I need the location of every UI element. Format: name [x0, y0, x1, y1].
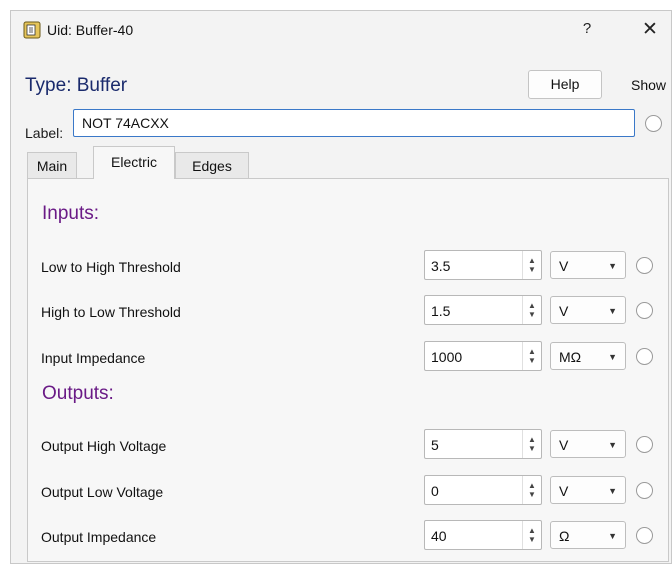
title-bar: Uid: Buffer-40 ? ✕ [11, 11, 671, 49]
stepper-arrows[interactable]: ▲▼ [522, 430, 541, 458]
chip-icon [23, 21, 41, 39]
output-high-voltage-stepper[interactable]: 5 ▲▼ [424, 429, 542, 459]
output-impedance-stepper[interactable]: 40 ▲▼ [424, 520, 542, 550]
stepper-arrows[interactable]: ▲▼ [522, 296, 541, 324]
chevron-down-icon[interactable]: ▼ [528, 490, 536, 499]
caret-down-icon: ▼ [608, 531, 617, 541]
high-to-low-threshold-label: High to Low Threshold [41, 304, 181, 320]
close-icon[interactable]: ✕ [639, 19, 661, 41]
properties-dialog: Uid: Buffer-40 ? ✕ Type: Buffer Help Sho… [10, 10, 672, 564]
output-impedance-unit-select[interactable]: Ω ▼ [550, 521, 626, 549]
output-low-voltage-radio[interactable] [636, 482, 653, 499]
label-input[interactable]: NOT 74ACXX [73, 109, 635, 137]
tab-electric[interactable]: Electric [93, 146, 175, 179]
unit-value: MΩ [559, 349, 581, 365]
chevron-up-icon[interactable]: ▲ [528, 301, 536, 310]
chevron-up-icon[interactable]: ▲ [528, 526, 536, 535]
low-to-high-threshold-radio[interactable] [636, 257, 653, 274]
type-title: Type: Buffer [25, 75, 127, 97]
input-impedance-unit-select[interactable]: MΩ ▼ [550, 342, 626, 370]
stepper-value: 40 [431, 528, 447, 544]
output-high-voltage-unit-select[interactable]: V ▼ [550, 430, 626, 458]
high-to-low-threshold-stepper[interactable]: 1.5 ▲▼ [424, 295, 542, 325]
stepper-value: 1.5 [431, 303, 450, 319]
low-to-high-threshold-label: Low to High Threshold [41, 259, 181, 275]
help-button[interactable]: Help [528, 70, 602, 99]
unit-value: V [559, 437, 568, 453]
chevron-down-icon[interactable]: ▼ [528, 535, 536, 544]
low-to-high-threshold-unit-select[interactable]: V ▼ [550, 251, 626, 279]
high-to-low-threshold-unit-select[interactable]: V ▼ [550, 296, 626, 324]
label-caption: Label: [25, 125, 63, 141]
unit-value: V [559, 303, 568, 319]
inputs-heading: Inputs: [42, 203, 99, 225]
chevron-down-icon[interactable]: ▼ [528, 310, 536, 319]
stepper-arrows[interactable]: ▲▼ [522, 476, 541, 504]
unit-value: V [559, 258, 568, 274]
stepper-value: 5 [431, 437, 439, 453]
tab-main[interactable]: Main [27, 152, 77, 179]
output-high-voltage-label: Output High Voltage [41, 438, 166, 454]
stepper-arrows[interactable]: ▲▼ [522, 251, 541, 279]
low-to-high-threshold-stepper[interactable]: 3.5 ▲▼ [424, 250, 542, 280]
stepper-arrows[interactable]: ▲▼ [522, 342, 541, 370]
caret-down-icon: ▼ [608, 486, 617, 496]
input-impedance-label: Input Impedance [41, 350, 145, 366]
chevron-down-icon[interactable]: ▼ [528, 265, 536, 274]
output-impedance-label: Output Impedance [41, 529, 156, 545]
stepper-value: 1000 [431, 349, 462, 365]
unit-value: V [559, 483, 568, 499]
chevron-up-icon[interactable]: ▲ [528, 481, 536, 490]
output-low-voltage-unit-select[interactable]: V ▼ [550, 476, 626, 504]
chevron-up-icon[interactable]: ▲ [528, 256, 536, 265]
tab-edges[interactable]: Edges [175, 152, 249, 179]
caret-down-icon: ▼ [608, 352, 617, 362]
electric-panel: Inputs: Low to High Threshold 3.5 ▲▼ V ▼… [27, 178, 669, 562]
stepper-value: 0 [431, 483, 439, 499]
outputs-heading: Outputs: [42, 383, 114, 405]
stepper-value: 3.5 [431, 258, 450, 274]
output-high-voltage-radio[interactable] [636, 436, 653, 453]
high-to-low-threshold-radio[interactable] [636, 302, 653, 319]
show-label-radio[interactable] [645, 115, 662, 132]
output-low-voltage-label: Output Low Voltage [41, 484, 163, 500]
unit-value: Ω [559, 528, 569, 544]
input-impedance-radio[interactable] [636, 348, 653, 365]
chevron-down-icon[interactable]: ▼ [528, 356, 536, 365]
chevron-up-icon[interactable]: ▲ [528, 435, 536, 444]
caret-down-icon: ▼ [608, 261, 617, 271]
input-impedance-stepper[interactable]: 1000 ▲▼ [424, 341, 542, 371]
chevron-up-icon[interactable]: ▲ [528, 347, 536, 356]
output-low-voltage-stepper[interactable]: 0 ▲▼ [424, 475, 542, 505]
caret-down-icon: ▼ [608, 306, 617, 316]
caret-down-icon: ▼ [608, 440, 617, 450]
stepper-arrows[interactable]: ▲▼ [522, 521, 541, 549]
help-icon[interactable]: ? [577, 20, 597, 40]
output-impedance-radio[interactable] [636, 527, 653, 544]
window-title: Uid: Buffer-40 [47, 22, 133, 38]
chevron-down-icon[interactable]: ▼ [528, 444, 536, 453]
show-label: Show [631, 77, 666, 93]
